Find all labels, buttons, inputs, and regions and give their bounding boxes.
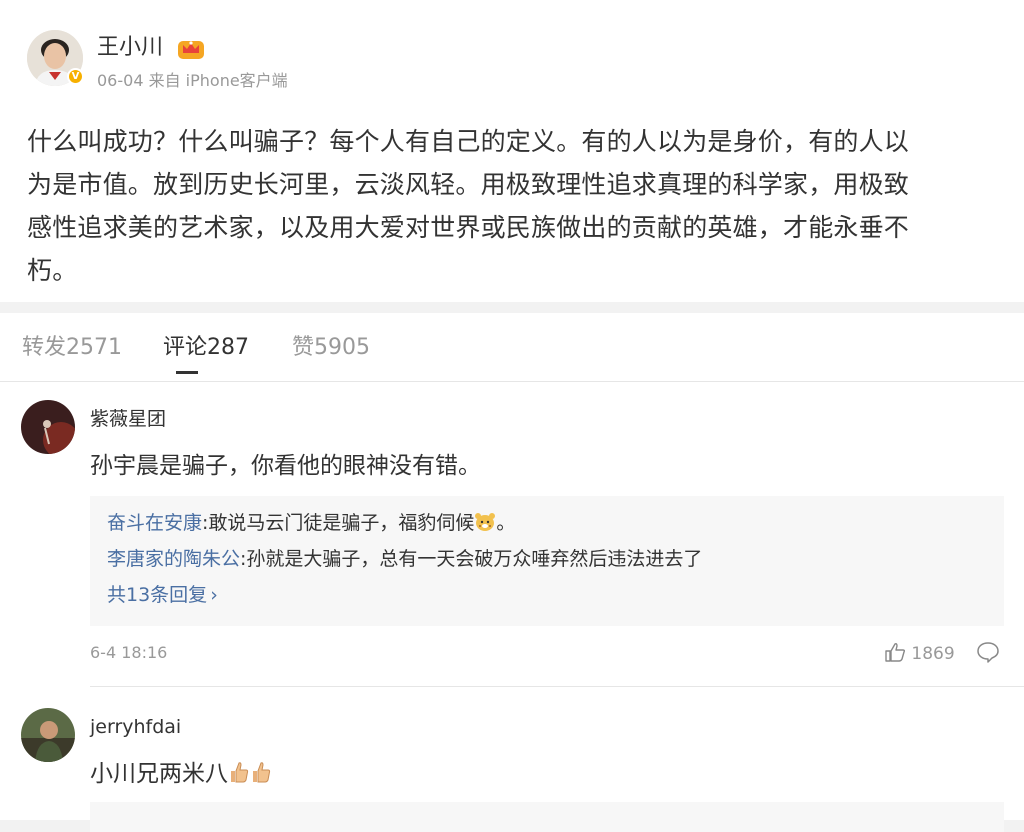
thumbs-up-emoji-icon [228, 760, 250, 793]
active-tab-indicator [176, 371, 198, 374]
reply-text-tail: 。 [496, 512, 516, 534]
weibo-post: V 王小川 06-04 来自 iPhone客户端 什么叫成功？什么叫骗子？每个人… [0, 0, 1024, 302]
reply-preview-box[interactable]: 奋斗在安康:敢说马云门徒是骗子，福豹伺候。 李唐家的陶朱公:孙就是大骗子，总有一… [90, 496, 1004, 626]
like-button[interactable]: 1869 [884, 642, 955, 668]
reply-item: 奋斗在安康:敢说马云门徒是骗子，福豹伺候。 [107, 509, 515, 540]
reply-item: 李唐家的陶朱公:孙就是大骗子，总有一天会破万众唾弃然后违法进去了 [107, 545, 702, 573]
thumbs-up-icon [884, 642, 906, 668]
post-text-line: 什么叫成功？什么叫骗子？每个人有自己的定义。有的人以为是身价，有的人以 [27, 127, 910, 156]
author-name[interactable]: 王小川 [97, 33, 163, 63]
commenter-name[interactable]: 紫薇星团 [90, 406, 166, 432]
like-count: 1869 [911, 644, 955, 664]
more-replies-link[interactable]: 共13条回复 › [107, 581, 218, 609]
post-meta: 06-04 来自 iPhone客户端 [97, 71, 288, 90]
post-content: 什么叫成功？什么叫骗子？每个人有自己的定义。有的人以为是身价，有的人以 为是市值… [27, 120, 999, 292]
thumbs-up-emoji-icon [250, 760, 272, 793]
comment-divider [90, 686, 1024, 687]
post-tabs: 转发2571 评论287 赞5905 [0, 313, 1024, 382]
comment-list: 紫薇星团 孙宇晨是骗子，你看他的眼神没有错。 奋斗在安康:敢说马云门徒是骗子，福… [0, 382, 1024, 832]
tab-likes[interactable]: 赞5905 [292, 333, 370, 363]
verified-badge-icon: V [67, 68, 84, 85]
tab-comments[interactable]: 评论287 [163, 333, 249, 363]
tab-reposts[interactable]: 转发2571 [22, 333, 122, 363]
commenter-avatar[interactable] [21, 708, 75, 762]
reply-user[interactable]: 奋斗在安康 [107, 512, 202, 534]
comment-time: 6-4 18:16 [90, 643, 168, 662]
chevron-right-icon: › [210, 584, 218, 606]
vip-crown-icon[interactable] [176, 35, 206, 61]
leopard-emoji-icon [474, 512, 496, 540]
post-text-line: 朽。 [27, 256, 78, 285]
comment-text-body: 小川兄两米八 [90, 761, 228, 787]
comment-bubble-icon[interactable] [976, 641, 1000, 667]
comment-text: 孙宇晨是骗子，你看他的眼神没有错。 [90, 453, 481, 479]
reply-text: :孙就是大骗子，总有一天会破万众唾弃然后违法进去了 [240, 548, 703, 570]
commenter-name[interactable]: jerryhfdai [90, 714, 181, 740]
reply-preview-box[interactable] [90, 802, 1004, 832]
comment-text: 小川兄两米八 [90, 758, 272, 793]
reply-text: :敢说马云门徒是骗子，福豹伺候 [202, 512, 475, 534]
reply-user[interactable]: 李唐家的陶朱公 [107, 548, 240, 570]
post-text-line: 感性追求美的艺术家，以及用大爱对世界或民族做出的贡献的英雄，才能永垂不 [27, 213, 910, 242]
commenter-avatar[interactable] [21, 400, 75, 454]
more-replies-label: 共13条回复 [107, 584, 208, 606]
post-text-line: 为是市值。放到历史长河里，云淡风轻。用极致理性追求真理的科学家，用极致 [27, 170, 910, 199]
